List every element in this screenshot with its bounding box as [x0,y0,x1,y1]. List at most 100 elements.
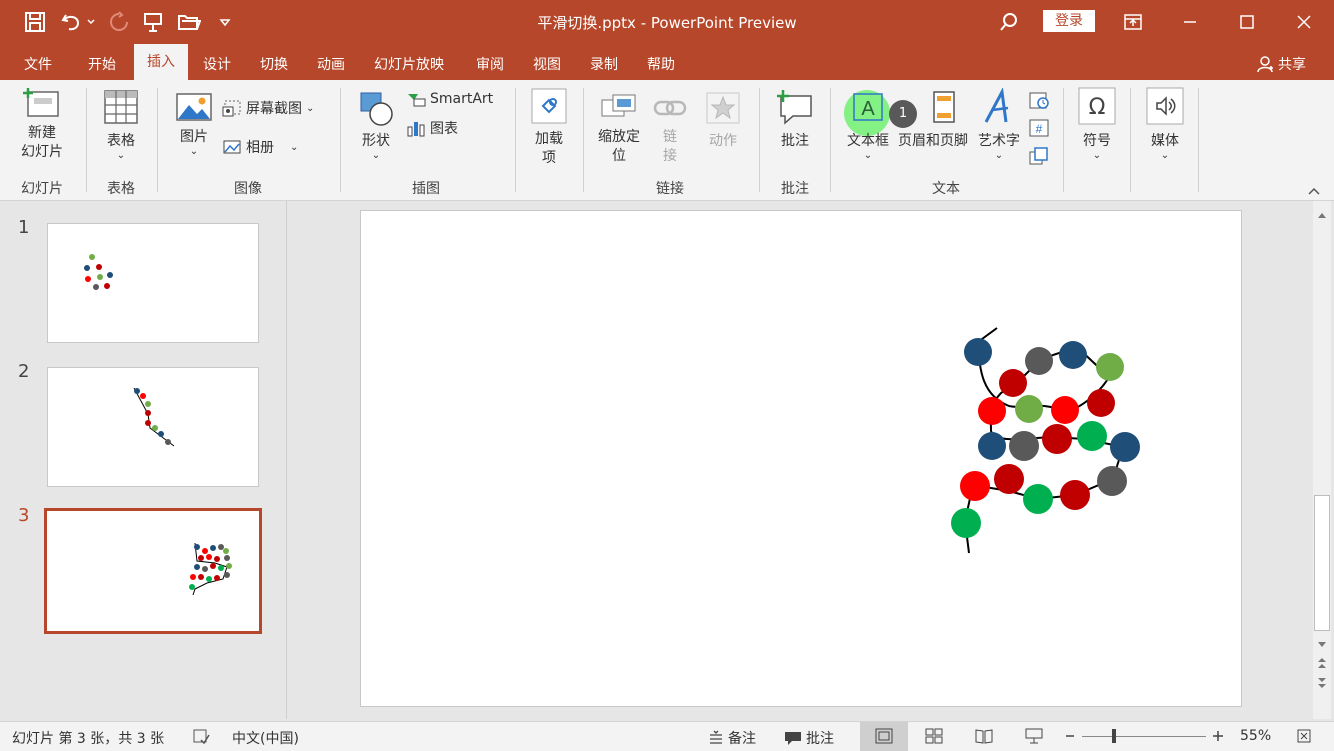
symbols-button[interactable]: Ω 符号 ⌄ [1074,86,1120,161]
table-button[interactable]: 表格 ⌄ [98,88,144,161]
action-button[interactable]: 动作 [700,90,746,150]
zoom-in-icon[interactable] [1211,728,1225,748]
close-icon[interactable] [1291,9,1317,35]
zoom-out-icon[interactable] [1064,728,1076,748]
chevron-down-icon: ⌄ [1160,150,1170,161]
album-button[interactable]: 相册 ⌄ [222,137,322,157]
comments-button[interactable]: 批注 [784,728,834,748]
notes-icon [710,730,722,744]
tab-design[interactable]: 设计 [203,54,231,74]
group-label-slides: 幻灯片 [21,181,63,197]
zoom-button[interactable]: 缩放定 位 [594,92,644,166]
share-label: 共享 [1278,57,1306,73]
fit-to-window-icon[interactable] [1296,728,1312,748]
slide-thumbnail-2[interactable] [47,367,259,487]
separator [340,88,341,192]
tab-help[interactable]: 帮助 [647,54,675,74]
tab-transitions[interactable]: 切换 [260,54,288,74]
tab-record[interactable]: 录制 [590,54,618,74]
textbox-button[interactable]: A 文本框 ⌄ [842,88,894,161]
ribbon-display-icon[interactable] [1120,9,1146,35]
addins-button[interactable]: 加载 项 [526,86,572,168]
tab-file[interactable]: 文件 [24,54,52,74]
collapse-ribbon-icon[interactable] [1306,182,1324,196]
tab-home[interactable]: 开始 [88,54,116,74]
object-icon[interactable] [1028,146,1050,166]
chevron-down-icon: ⌄ [371,150,381,161]
scroll-down-icon[interactable] [1315,635,1329,654]
login-button[interactable]: 登录 [1043,10,1095,32]
wordart-button[interactable]: 艺术字 ⌄ [976,87,1022,161]
separator [515,88,516,192]
new-slide-label: 新建 幻灯片 [21,125,63,160]
next-slide-icon[interactable] [1315,675,1329,694]
chevron-down-icon: ⌄ [863,150,873,161]
slide-thumbnail-3[interactable] [44,508,262,634]
title-bar: 平滑切换.pptx - PowerPoint Preview 登录 [0,0,1334,44]
smartart-icon [408,94,426,107]
speaker-icon [1146,87,1184,125]
shapes-button[interactable]: 形状 ⌄ [354,90,398,161]
chevron-down-icon: ⌄ [994,150,1004,161]
picture-label: 图片 [180,129,208,145]
slide-thumbnail-1[interactable] [47,223,259,343]
share-button[interactable]: 共享 [1256,54,1306,74]
group-label-illustrations: 插图 [412,181,440,197]
search-icon[interactable] [996,9,1022,35]
screenshot-label: 屏幕截图 [246,101,302,117]
chevron-down-icon: ⌄ [290,141,299,153]
media-button[interactable]: 媒体 ⌄ [1142,86,1188,161]
comments-label: 批注 [806,731,834,747]
scroll-thumb[interactable] [1314,495,1330,631]
picture-button[interactable]: 图片 ⌄ [172,92,216,157]
previous-slide-icon[interactable] [1315,655,1329,674]
chevron-down-icon: ⌄ [189,146,199,157]
slideshow-view-icon[interactable] [1025,728,1043,748]
minimize-icon[interactable] [1177,9,1203,35]
tab-insert[interactable]: 插入 [134,44,188,80]
header-footer-icon [933,91,955,123]
new-slide-button[interactable]: 新建 幻灯片 [14,86,70,162]
accessibility-icon[interactable] [192,727,210,749]
maximize-icon[interactable] [1234,9,1260,35]
reading-view-icon[interactable] [975,728,993,748]
link-button[interactable]: 链 接 [650,92,690,166]
language-status[interactable]: 中文(中国) [232,728,299,748]
slide-thumbnail-pane: 1 2 3 [0,201,287,719]
tab-view[interactable]: 视图 [533,54,561,74]
tab-slideshow[interactable]: 幻灯片放映 [374,54,444,74]
star-icon [706,92,740,124]
screenshot-button[interactable]: 屏幕截图 ⌄ [222,98,322,118]
album-icon [223,140,241,154]
separator [1198,88,1199,192]
shapes-icon [360,92,393,126]
comment-button[interactable]: 批注 [772,88,818,150]
vertical-scrollbar[interactable] [1313,201,1331,719]
chevron-down-icon: ⌄ [1092,150,1102,161]
normal-view-button[interactable] [860,722,908,751]
smartart-button[interactable]: SmartArt [406,90,510,108]
album-label: 相册 [246,140,274,156]
comment-icon [777,90,812,125]
link-label: 链 接 [663,129,677,164]
date-time-icon[interactable] [1028,90,1050,110]
group-label-images: 图像 [234,181,262,197]
comment-icon [785,732,801,745]
tab-animations[interactable]: 动画 [317,54,345,74]
zoom-slider[interactable] [1082,736,1206,737]
zoom-slider-thumb[interactable] [1112,729,1116,743]
status-bar: 幻灯片 第 3 张，共 3 张 中文(中国) 备注 批注 55% [0,721,1334,751]
textbox-label: 文本框 [847,133,889,149]
slide-number-icon[interactable]: # [1028,118,1050,138]
slide-canvas[interactable] [360,210,1242,707]
zoom-level[interactable]: 55% [1240,728,1271,744]
notes-button[interactable]: 备注 [708,728,756,748]
table-icon [104,90,138,124]
tab-review[interactable]: 审阅 [476,54,504,74]
header-footer-button[interactable]: 页眉和页脚 [893,88,973,150]
chart-button[interactable]: 图表 [406,118,476,138]
media-label: 媒体 [1151,133,1179,149]
scroll-up-icon[interactable] [1315,205,1329,224]
slide-sorter-icon[interactable] [925,728,943,748]
separator [1130,88,1131,192]
